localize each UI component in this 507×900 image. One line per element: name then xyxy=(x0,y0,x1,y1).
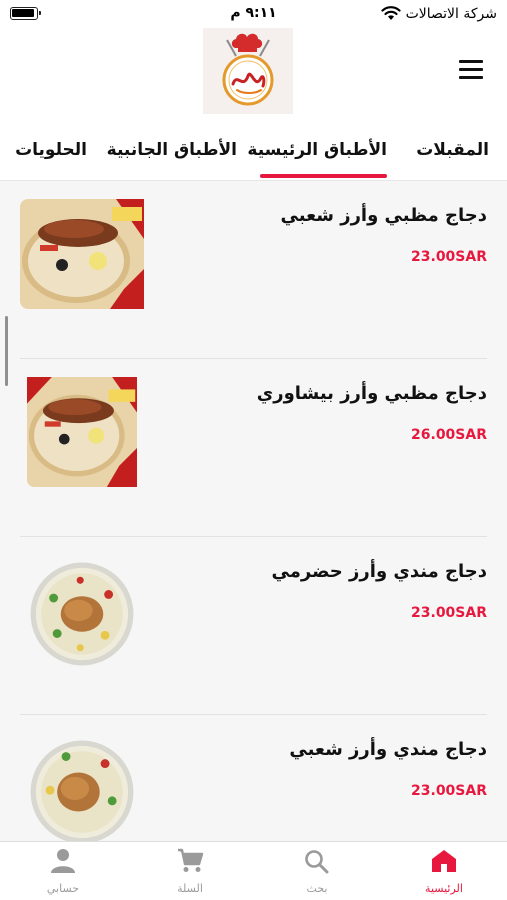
menu-item[interactable]: دجاج مظبي وأرز بيشاوري 26.00SAR xyxy=(0,359,507,537)
nav-search[interactable]: بحث xyxy=(254,842,380,900)
dish-image xyxy=(30,740,134,841)
menu-item-price: 26.00SAR xyxy=(411,427,487,443)
dish-image xyxy=(27,377,137,487)
battery-icon xyxy=(10,7,41,20)
menu-item[interactable]: دجاج مندي وأرز حضرمي 23.00SAR xyxy=(0,537,507,715)
dish-image xyxy=(20,199,144,309)
cart-icon xyxy=(178,848,204,872)
nav-cart[interactable]: السلة xyxy=(127,842,253,900)
status-time: ٩:١١ م xyxy=(230,5,277,21)
restaurant-logo-icon[interactable] xyxy=(203,28,293,114)
menu-item-price: 23.00SAR xyxy=(411,605,487,621)
menu-item[interactable]: دجاج مظبي وأرز شعبي 23.00SAR xyxy=(0,181,507,359)
nav-home-label: الرئيسية xyxy=(425,882,463,895)
menu-item-name: دجاج مندي وأرز شعبي xyxy=(289,739,487,760)
nav-search-label: بحث xyxy=(306,882,328,895)
menu-item-name: دجاج مندي وأرز حضرمي xyxy=(271,561,487,582)
nav-account[interactable]: حسابي xyxy=(0,842,126,900)
carrier-name: شركة الاتصالات xyxy=(405,6,497,22)
person-icon xyxy=(51,849,75,873)
search-icon xyxy=(305,850,329,874)
tab-appetizers[interactable]: المقبلات xyxy=(416,140,489,160)
hamburger-menu-icon[interactable] xyxy=(459,60,483,80)
menu-item[interactable]: دجاج مندي وأرز شعبي 23.00SAR xyxy=(0,715,507,841)
dish-image xyxy=(30,562,134,666)
category-tabs: المقبلات الأطباق الرئيسية الأطباق الجانب… xyxy=(0,126,507,180)
nav-home[interactable]: الرئيسية xyxy=(381,842,507,900)
nav-account-label: حسابي xyxy=(46,882,80,895)
menu-item-name: دجاج مظبي وأرز شعبي xyxy=(280,205,487,226)
tab-main-dishes[interactable]: الأطباق الرئيسية xyxy=(247,140,387,160)
app-header xyxy=(0,28,507,118)
status-bar: شركة الاتصالات ٩:١١ م xyxy=(0,0,507,28)
active-tab-indicator xyxy=(260,174,387,178)
wifi-icon xyxy=(381,6,401,20)
bottom-navigation: الرئيسية بحث السلة حسابي xyxy=(0,841,507,900)
menu-item-name: دجاج مظبي وأرز بيشاوري xyxy=(256,383,487,404)
home-icon xyxy=(432,850,456,872)
tab-side-dishes[interactable]: الأطباق الجانبية xyxy=(107,140,237,160)
nav-cart-label: السلة xyxy=(177,882,203,895)
tab-desserts[interactable]: الحلويات xyxy=(15,140,87,160)
menu-item-price: 23.00SAR xyxy=(411,783,487,799)
menu-item-list[interactable]: دجاج مظبي وأرز شعبي 23.00SAR دجاج مظبي و… xyxy=(0,180,507,841)
menu-item-price: 23.00SAR xyxy=(411,249,487,265)
